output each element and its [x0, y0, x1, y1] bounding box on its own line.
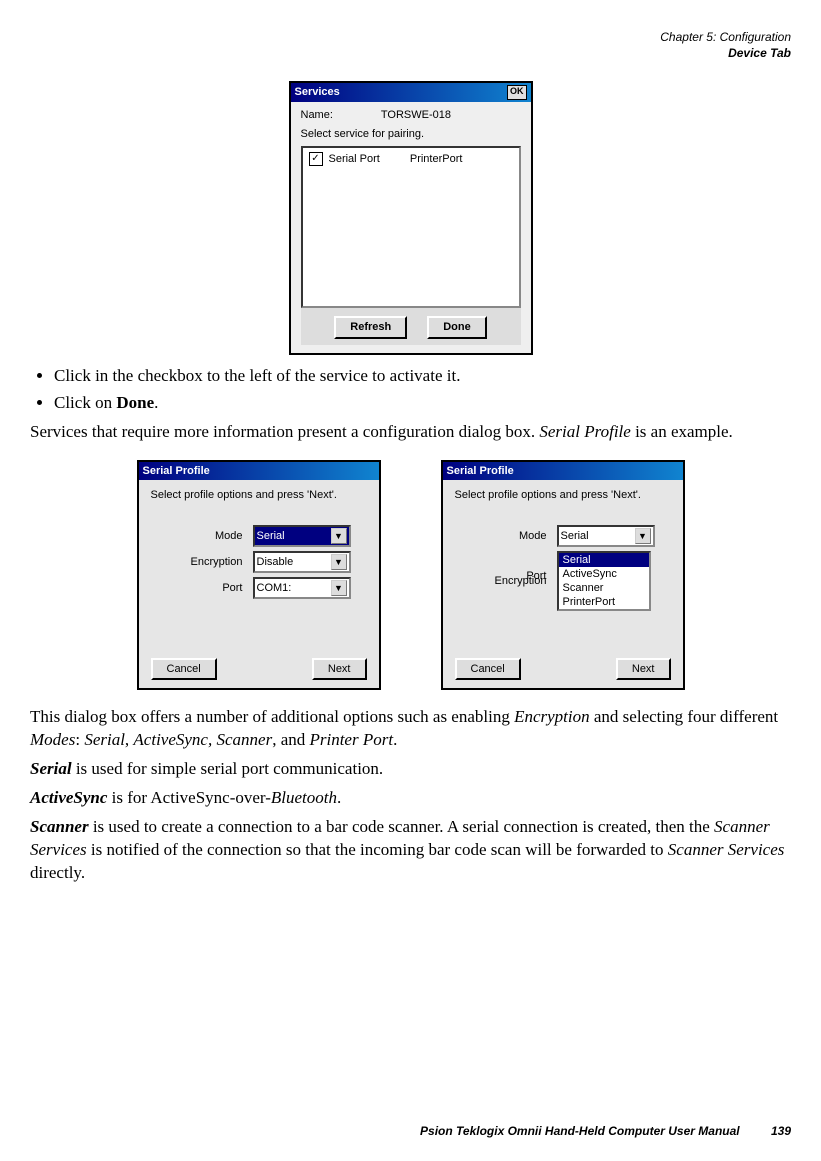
services-title: Services [295, 85, 340, 100]
sp-instruction: Select profile options and press 'Next'. [455, 488, 671, 503]
next-button[interactable]: Next [616, 658, 671, 681]
encryption-combo[interactable]: Disable ▼ [253, 551, 351, 573]
mode-label: Mode [455, 529, 557, 544]
port-label: Port [151, 581, 253, 596]
page-number: 139 [771, 1124, 791, 1138]
option-activesync[interactable]: ActiveSync [559, 567, 649, 581]
cancel-button[interactable]: Cancel [455, 658, 521, 681]
header-chapter: Chapter 5: Configuration [30, 30, 791, 46]
chevron-down-icon[interactable]: ▼ [331, 580, 347, 596]
cancel-button[interactable]: Cancel [151, 658, 217, 681]
option-printerport[interactable]: PrinterPort [559, 595, 649, 609]
serial-profile-dialog-right: Serial Profile Select profile options an… [441, 460, 685, 691]
port-combo[interactable]: COM1: ▼ [253, 577, 351, 599]
service-name: Serial Port [329, 152, 380, 167]
sp-title: Serial Profile [143, 464, 210, 479]
port-label: Port [455, 569, 557, 584]
name-label: Name: [301, 108, 333, 123]
paragraph: ActiveSync is for ActiveSync-over-Blueto… [30, 787, 791, 810]
checkbox-icon[interactable]: ✓ [309, 152, 323, 166]
chevron-down-icon[interactable]: ▼ [331, 528, 347, 544]
sp-title: Serial Profile [447, 464, 514, 479]
mode-combo[interactable]: Serial ▼ [557, 525, 655, 547]
paragraph: This dialog box offers a number of addit… [30, 706, 791, 752]
next-button[interactable]: Next [312, 658, 367, 681]
serial-profile-dialog-left: Serial Profile Select profile options an… [137, 460, 381, 691]
instruction-list: Click in the checkbox to the left of the… [30, 365, 791, 415]
services-titlebar: Services OK [291, 83, 531, 102]
list-item: Click in the checkbox to the left of the… [54, 365, 791, 388]
ok-button[interactable]: OK [507, 85, 527, 100]
service-item[interactable]: ✓ Serial Port PrinterPort [309, 152, 513, 167]
chevron-down-icon[interactable]: ▼ [331, 554, 347, 570]
mode-dropdown-list[interactable]: Serial ActiveSync Scanner PrinterPort [557, 551, 651, 611]
paragraph: Services that require more information p… [30, 421, 791, 444]
refresh-button[interactable]: Refresh [334, 316, 407, 339]
mode-combo[interactable]: Serial ▼ [253, 525, 351, 547]
header-section: Device Tab [30, 46, 791, 62]
sp-titlebar: Serial Profile [443, 462, 683, 481]
list-item: Click on Done. [54, 392, 791, 415]
chevron-down-icon[interactable]: ▼ [635, 528, 651, 544]
option-serial[interactable]: Serial [559, 553, 649, 567]
sp-instruction: Select profile options and press 'Next'. [151, 488, 367, 503]
done-button[interactable]: Done [427, 316, 487, 339]
sp-titlebar: Serial Profile [139, 462, 379, 481]
paragraph: Serial is used for simple serial port co… [30, 758, 791, 781]
page-footer: Psion Teklogix Omnii Hand-Held Computer … [420, 1123, 791, 1139]
option-scanner[interactable]: Scanner [559, 581, 649, 595]
services-dialog: Services OK Name: TORSWE-018 Select serv… [289, 81, 533, 355]
footer-text: Psion Teklogix Omnii Hand-Held Computer … [420, 1124, 740, 1138]
services-listbox[interactable]: ✓ Serial Port PrinterPort [301, 146, 521, 308]
encryption-label: Encryption [151, 555, 253, 570]
name-value: TORSWE-018 [381, 108, 451, 123]
services-instruction: Select service for pairing. [301, 127, 521, 142]
paragraph: Scanner is used to create a connection t… [30, 816, 791, 885]
page-header: Chapter 5: Configuration Device Tab [30, 30, 791, 61]
mode-label: Mode [151, 529, 253, 544]
service-sub: PrinterPort [410, 152, 463, 167]
